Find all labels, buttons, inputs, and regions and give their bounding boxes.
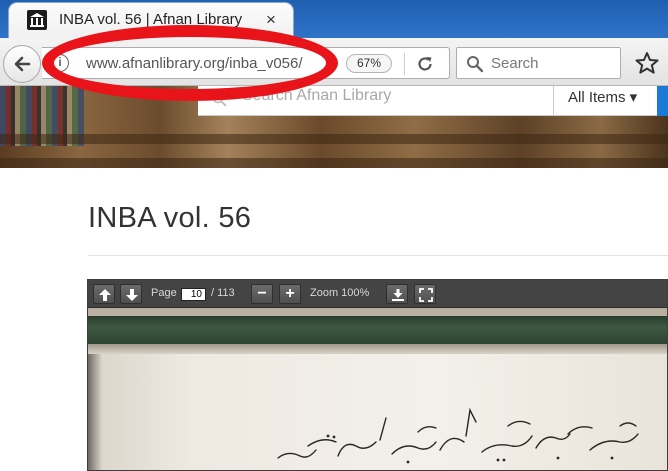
zoom-out-button[interactable]: − [251, 284, 273, 304]
page-label: Page [151, 287, 177, 299]
shelf-decoration [0, 134, 668, 144]
next-page-button[interactable] [120, 284, 142, 304]
address-bar[interactable]: i www.afnanlibrary.org/inba_v056/ 67% [42, 47, 450, 79]
shelf-decoration [0, 158, 668, 168]
site-search-input[interactable]: Search Afnan Library [198, 86, 553, 116]
fullscreen-button[interactable] [414, 284, 436, 304]
manuscript-page-scan [88, 308, 667, 470]
download-icon [392, 289, 404, 301]
close-tab-icon[interactable]: × [266, 10, 276, 30]
all-items-dropdown[interactable]: All Items ▾ [553, 86, 657, 116]
browser-window: INBA vol. 56 | Afnan Library × i www.afn… [0, 0, 668, 471]
library-building-icon [27, 10, 47, 30]
arrow-up-icon [99, 289, 111, 301]
bookmark-star-icon[interactable] [635, 51, 659, 80]
page-edge [88, 344, 667, 354]
browser-tab[interactable]: INBA vol. 56 | Afnan Library × [8, 2, 294, 38]
pdf-viewer-toolbar: Page / 113 − + Zoom 100% [88, 280, 667, 308]
pdf-viewer[interactable]: Page / 113 − + Zoom 100% [87, 279, 668, 471]
url-text[interactable]: www.afnanlibrary.org/inba_v056/ [86, 55, 303, 72]
browser-search-placeholder: Search [491, 55, 539, 72]
page-number-input[interactable] [181, 288, 206, 301]
back-arrow-icon [14, 56, 31, 72]
navigation-toolbar: i www.afnanlibrary.org/inba_v056/ 67% Se… [0, 38, 668, 86]
site-info-icon[interactable]: i [51, 54, 69, 72]
reload-icon[interactable] [415, 54, 435, 79]
tab-strip: INBA vol. 56 | Afnan Library × [0, 0, 668, 38]
zoom-in-button[interactable]: + [279, 284, 301, 304]
download-button[interactable] [386, 284, 408, 304]
zoom-label: Zoom 100% [310, 287, 370, 299]
url-separator [404, 53, 405, 75]
site-search-placeholder: Search Afnan Library [242, 87, 392, 104]
fullscreen-icon [419, 288, 433, 302]
previous-page-button[interactable] [93, 284, 115, 304]
title-divider [88, 255, 668, 256]
search-icon [212, 92, 227, 107]
page-shadow [88, 354, 102, 470]
manuscript-calligraphy-image [277, 407, 639, 464]
zoom-level-badge[interactable]: 67% [346, 54, 392, 73]
browser-search-box[interactable]: Search [456, 47, 621, 79]
search-icon [467, 56, 484, 73]
site-header-banner: Search Afnan Library All Items ▾ [0, 86, 668, 168]
back-button[interactable] [3, 45, 41, 83]
arrow-down-icon [126, 289, 138, 301]
page-title: INBA vol. 56 [88, 202, 252, 234]
tab-title: INBA vol. 56 | Afnan Library [59, 11, 243, 28]
total-pages-label: / 113 [211, 287, 235, 299]
search-submit-button[interactable] [657, 86, 668, 116]
book-cover-edge [88, 316, 667, 344]
